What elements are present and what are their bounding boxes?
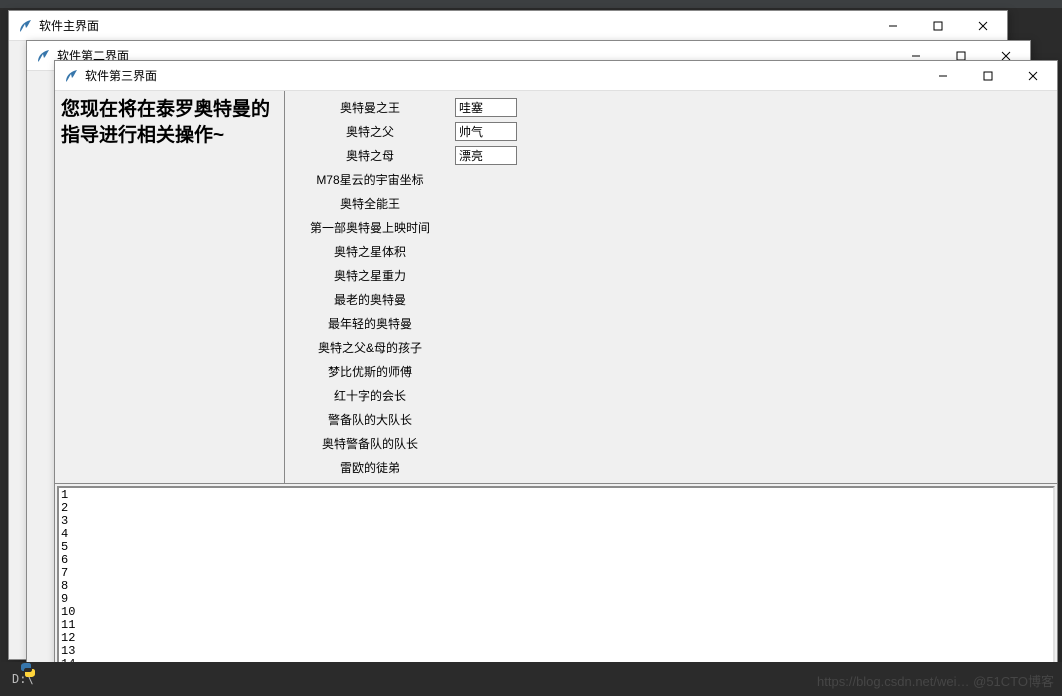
- form-input[interactable]: [455, 98, 517, 117]
- form-row: 奥特全能王: [285, 191, 1057, 215]
- form-label: 最年轻的奥特曼: [285, 315, 455, 332]
- form-area: 奥特曼之王奥特之父奥特之母 M78星云的宇宙坐标奥特全能王第一部奥特曼上映时间奥特…: [285, 91, 1057, 483]
- form-row: 奥特警备队的队长: [285, 431, 1057, 455]
- titlebar-main[interactable]: 软件主界面: [9, 11, 1007, 41]
- listbox[interactable]: 1 2 3 4 5 6 7 8 9 10 11 12 13 14: [57, 486, 1055, 687]
- form-row: 奥特之母: [285, 143, 1057, 167]
- form-label: M78星云的宇宙坐标: [285, 171, 455, 188]
- form-input[interactable]: [455, 122, 517, 141]
- form-row: 奥特之星重力: [285, 263, 1057, 287]
- titlebar-third[interactable]: 软件第三界面: [55, 61, 1057, 91]
- maximize-button[interactable]: [915, 11, 960, 40]
- ide-tab-bar: [0, 0, 1062, 8]
- form-row: 最年轻的奥特曼: [285, 311, 1057, 335]
- form-label: 梦比优斯的师傅: [285, 363, 455, 380]
- form-row: 最老的奥特曼: [285, 287, 1057, 311]
- form-label: 警备队的大队长: [285, 411, 455, 428]
- maximize-button[interactable]: [965, 61, 1010, 90]
- tk-feather-icon: [17, 18, 33, 34]
- form-row: 奥特曼之王: [285, 95, 1057, 119]
- form-label: 奥特之母: [285, 147, 455, 164]
- form-row: 警备队的大队长: [285, 407, 1057, 431]
- form-row: 奥特之父: [285, 119, 1057, 143]
- form-row: 奥特之父&母的孩子: [285, 335, 1057, 359]
- window-third-content: 您现在将在泰罗奥特曼的指导进行相关操作~ 奥特曼之王奥特之父奥特之母 M78星云的…: [55, 91, 1057, 689]
- terminal[interactable]: D:\: [0, 662, 1062, 696]
- title-third: 软件第三界面: [85, 67, 920, 84]
- window-third: 软件第三界面 您现在将在泰罗奥特曼的指导进行相关操作~ 奥特曼之王奥特之父奥特之…: [54, 60, 1058, 690]
- minimize-button[interactable]: [870, 11, 915, 40]
- form-label: 红十字的会长: [285, 387, 455, 404]
- form-row: M78星云的宇宙坐标: [285, 167, 1057, 191]
- form-row: 红十字的会长: [285, 383, 1057, 407]
- python-icon: [20, 662, 36, 678]
- form-label: 奥特全能王: [285, 195, 455, 212]
- form-label: 奥特曼之王: [285, 99, 455, 116]
- minimize-button[interactable]: [920, 61, 965, 90]
- title-main: 软件主界面: [39, 17, 870, 34]
- form-label: 奥特之父&母的孩子: [285, 339, 455, 356]
- form-label: 第一部奥特曼上映时间: [285, 219, 455, 236]
- form-row: 第一部奥特曼上映时间: [285, 215, 1057, 239]
- tk-feather-icon: [35, 48, 51, 64]
- form-input[interactable]: [455, 146, 517, 165]
- close-button[interactable]: [1010, 61, 1055, 90]
- form-row: 梦比优斯的师傅: [285, 359, 1057, 383]
- form-label: 最老的奥特曼: [285, 291, 455, 308]
- form-label: 雷欧的徒弟: [285, 459, 455, 476]
- form-row: 奥特之星体积: [285, 239, 1057, 263]
- form-row: 雷欧的徒弟: [285, 455, 1057, 479]
- form-label: 奥特之父: [285, 123, 455, 140]
- close-button[interactable]: [960, 11, 1005, 40]
- form-label: 奥特警备队的队长: [285, 435, 455, 452]
- form-label: 奥特之星重力: [285, 267, 455, 284]
- heading-label: 您现在将在泰罗奥特曼的指导进行相关操作~: [55, 91, 285, 483]
- form-label: 奥特之星体积: [285, 243, 455, 260]
- tk-feather-icon: [63, 68, 79, 84]
